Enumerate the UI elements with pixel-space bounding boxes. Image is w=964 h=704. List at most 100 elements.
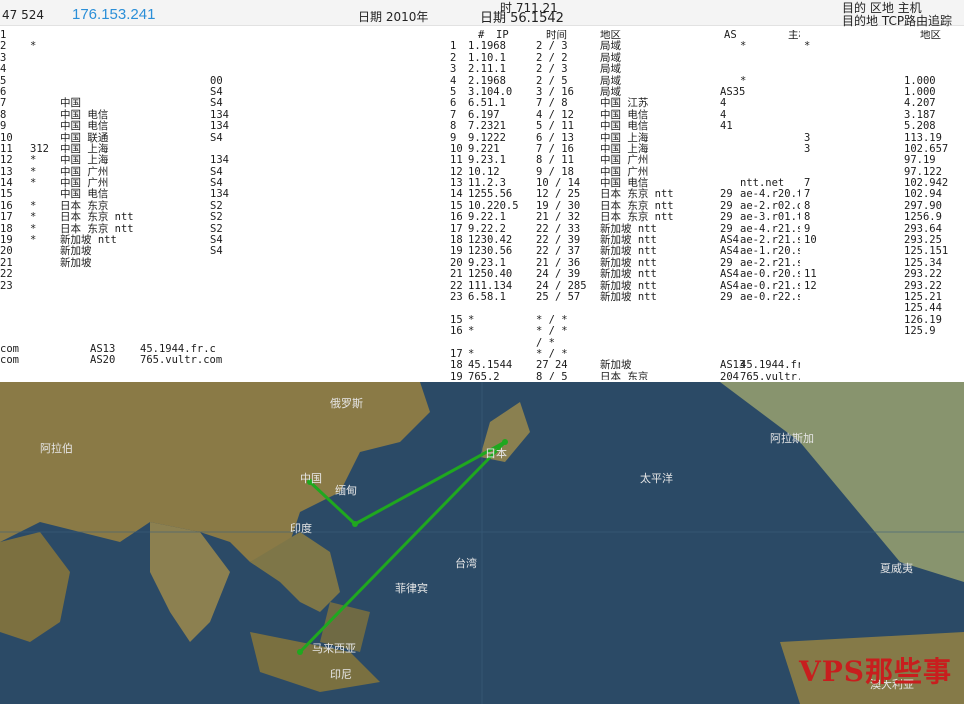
middle-cell-region: 新加坡 ntt bbox=[600, 268, 657, 281]
left-trace-row[interactable]: 23 bbox=[0, 279, 300, 292]
left-trace-row[interactable]: 21 新加坡 bbox=[0, 257, 300, 269]
right-trace-row[interactable]: 97.19 bbox=[800, 154, 964, 167]
middle-trace-row[interactable]: 16 9.22.1 21 / 32 日本 东京 ntt 29 ae-3.r01.tkokh… bbox=[300, 211, 800, 224]
label-alaska: 阿拉斯加 bbox=[770, 432, 814, 445]
middle-trace-row[interactable]: 11 9.23.1 8 / 11 中国 广州 bbox=[300, 154, 800, 167]
left-trace-row[interactable]: 2 * bbox=[0, 40, 300, 53]
middle-trace-row[interactable]: 19 765.2 8 / 5 日本 东京 204765.vultr.com bbox=[300, 370, 800, 380]
left-cell-c: 日本 东京 ntt bbox=[60, 211, 134, 224]
middle-cell-asn: AS4 bbox=[720, 268, 739, 281]
right-trace-row[interactable]: 125.9 bbox=[800, 325, 964, 337]
label-russia: 俄罗斯 bbox=[330, 397, 363, 410]
right-cell-b: 293.22 bbox=[904, 268, 942, 281]
right-trace-row[interactable]: 126.19 bbox=[800, 314, 964, 326]
left-trace-row[interactable]: 4 bbox=[0, 63, 300, 75]
label-philippines: 菲律宾 bbox=[395, 582, 428, 595]
left-trace-row[interactable]: 15 中国 电信 134 bbox=[0, 189, 300, 201]
right-trace-row[interactable]: 1.000 bbox=[800, 86, 964, 98]
left-cell-a: 9 bbox=[0, 120, 7, 133]
right-trace-row[interactable] bbox=[800, 64, 964, 75]
left-trace-row[interactable]: 1 bbox=[0, 30, 300, 41]
left-cell-c: 中国 上海 bbox=[60, 154, 109, 167]
watermark-logo: VPS那些事 bbox=[798, 655, 952, 688]
left-trace-row[interactable]: 14 * 中国 广州 S4 bbox=[0, 177, 300, 189]
middle-cell-ip: * bbox=[468, 325, 475, 338]
right-header-sub-label: 目的地 TCP路由追踪 bbox=[842, 14, 953, 28]
col-header-asn: AS bbox=[724, 30, 737, 41]
middle-trace-row[interactable]: 8 7.2321 5 / 11 中国 电信 41 bbox=[300, 120, 800, 133]
route-node-hop bbox=[352, 521, 358, 527]
left-trace-row[interactable]: 20 新加坡 S4 bbox=[0, 246, 300, 258]
left-trace-row[interactable]: 9 中国 电信 134 bbox=[0, 120, 300, 133]
label-india: 印度 bbox=[290, 522, 312, 535]
right-trace-row[interactable]: 11 293.22 bbox=[800, 268, 964, 281]
middle-trace-row[interactable]: 3 2.11.1 2 / 3 局域 bbox=[300, 63, 800, 76]
bottom-left-cell-a: com bbox=[0, 354, 19, 367]
middle-trace-panel: # IP 时间 地区 AS 主机 11.19682 / 3局域*21.10.12… bbox=[300, 30, 800, 380]
middle-cell-ttl: 8 bbox=[450, 120, 457, 133]
left-trace-row[interactable]: 22 bbox=[0, 268, 300, 280]
right-cell-a: * bbox=[804, 40, 811, 53]
route-map[interactable]: 中国 印度 缅甸 台湾 菲律宾 马来西亚 印尼 日本 太平洋 俄罗斯 阿拉斯加 阿拉伯 夏威夷 澳大利亚 … bbox=[0, 382, 964, 704]
label-taiwan: 台湾 bbox=[455, 557, 477, 570]
middle-cell-ttl: 16 bbox=[450, 325, 463, 338]
left-trace-row[interactable]: 5 00 bbox=[0, 75, 300, 87]
left-cell-a: 23 bbox=[0, 279, 13, 292]
target-ip-link[interactable]: 176.153.241 bbox=[72, 6, 155, 23]
label-malaysia: 马来西亚 bbox=[312, 642, 356, 655]
middle-trace-row[interactable]: 16 * * / * bbox=[300, 325, 800, 338]
bottom-left-trace-rows: com AS13 45.1944.fr.c com AS20 765.vultr.com bbox=[0, 344, 300, 367]
right-trace-row[interactable]: 5.208 bbox=[800, 120, 964, 132]
right-col-header-region: 地区 bbox=[920, 30, 941, 41]
left-trace-row[interactable]: 16 * 日本 东京 S2 bbox=[0, 200, 300, 212]
right-trace-row[interactable]: 3 102.657 bbox=[800, 143, 964, 155]
right-trace-row[interactable]: 8 1256.9 bbox=[800, 211, 964, 224]
right-trace-rows: * 1.000 1.000 4.207 3.187 5.208 3 113.19 3 102.65… bbox=[800, 40, 964, 337]
middle-trace-row[interactable]: 1845.154427 24新加坡AS1345.1944.fr.c bbox=[300, 359, 800, 371]
middle-cell-asn: 204 bbox=[720, 370, 739, 380]
right-cell-a: 12 bbox=[804, 279, 817, 292]
left-trace-row[interactable]: 17 * 日本 东京 ntt S2 bbox=[0, 211, 300, 224]
label-china: 中国 bbox=[300, 472, 322, 485]
right-trace-row[interactable]: 3.187 bbox=[800, 109, 964, 121]
left-cell-b: * bbox=[30, 40, 37, 53]
left-trace-row[interactable]: 6 S4 bbox=[0, 86, 300, 98]
label-myanmar: 缅甸 bbox=[335, 484, 357, 497]
bottom-left-trace-panel: com AS13 45.1944.fr.c com AS20 765.vultr.com bbox=[0, 344, 300, 372]
middle-cell-time: * / * bbox=[536, 325, 568, 338]
left-trace-row[interactable]: 19 * 新加坡 ntt S4 bbox=[0, 234, 300, 246]
middle-cell-region: 中国 广州 bbox=[600, 154, 649, 167]
middle-trace-row[interactable]: 21 1250.40 24 / 39 新加坡 ntt AS4ae-0.r20.sngps… bbox=[300, 268, 800, 281]
right-column-header: 地区 bbox=[800, 30, 964, 41]
left-trace-row[interactable]: 7 中国 S4 bbox=[0, 97, 300, 109]
left-cell-b: * bbox=[30, 154, 37, 167]
traceroute-results-panel: 47 524 176.153.241 日期 2010年 时 711.21 日期 … bbox=[0, 0, 964, 382]
middle-cell-ttl: 23 bbox=[450, 290, 463, 303]
middle-cell-time: 2 / 3 bbox=[536, 63, 568, 76]
right-trace-row[interactable]: 4.207 bbox=[800, 97, 964, 109]
route-node-singapore bbox=[297, 649, 303, 655]
left-trace-row[interactable]: 3 bbox=[0, 52, 300, 64]
middle-cell-host: ae-0.r22.sngpsg07.sg.bb.gin.ntt bbox=[740, 290, 800, 303]
right-trace-row[interactable] bbox=[800, 53, 964, 64]
left-trace-panel: 1 2 * 3 4 5 00 6 S4 7 中国 S4 8 中国 电信 134 9 中国 电信 134 10 中国 联… bbox=[0, 30, 300, 366]
right-trace-row[interactable]: * bbox=[800, 40, 964, 53]
middle-cell-ttl: 11 bbox=[450, 154, 463, 167]
left-trace-row[interactable]: 18 * 日本 东京 ntt S2 bbox=[0, 223, 300, 235]
middle-cell-region: 中国 电信 bbox=[600, 120, 649, 133]
right-cell-b: 97.19 bbox=[904, 154, 936, 167]
left-trace-row[interactable]: 11 312 中国 上海 bbox=[0, 143, 300, 155]
left-trace-row[interactable]: 13 * 中国 广州 S4 bbox=[0, 166, 300, 178]
bottom-left-trace-row[interactable]: com AS20 765.vultr.com bbox=[0, 354, 300, 367]
middle-cell-time: 5 / 11 bbox=[536, 120, 574, 133]
middle-cell-host: ae-3.r01.tkokhk01.bb.gin.ntt bbox=[740, 211, 800, 224]
middle-cell-asn: 41 bbox=[720, 120, 733, 133]
middle-cell-region: 新加坡 ntt bbox=[600, 290, 657, 303]
left-cell-a: 12 bbox=[0, 154, 13, 167]
right-cell-a: 8 bbox=[804, 211, 811, 224]
left-trace-row[interactable]: 12 * 中国 上海 134 bbox=[0, 154, 300, 167]
middle-trace-row[interactable]: 23 6.58.1 25 / 57 新加坡 ntt 29 ae-0.r22.sngpsg0… bbox=[300, 290, 800, 303]
middle-cell-ttl: 21 bbox=[450, 268, 463, 281]
left-trace-row[interactable]: 8 中国 电信 134 bbox=[0, 109, 300, 121]
right-trace-row[interactable]: 1.000 bbox=[800, 75, 964, 87]
